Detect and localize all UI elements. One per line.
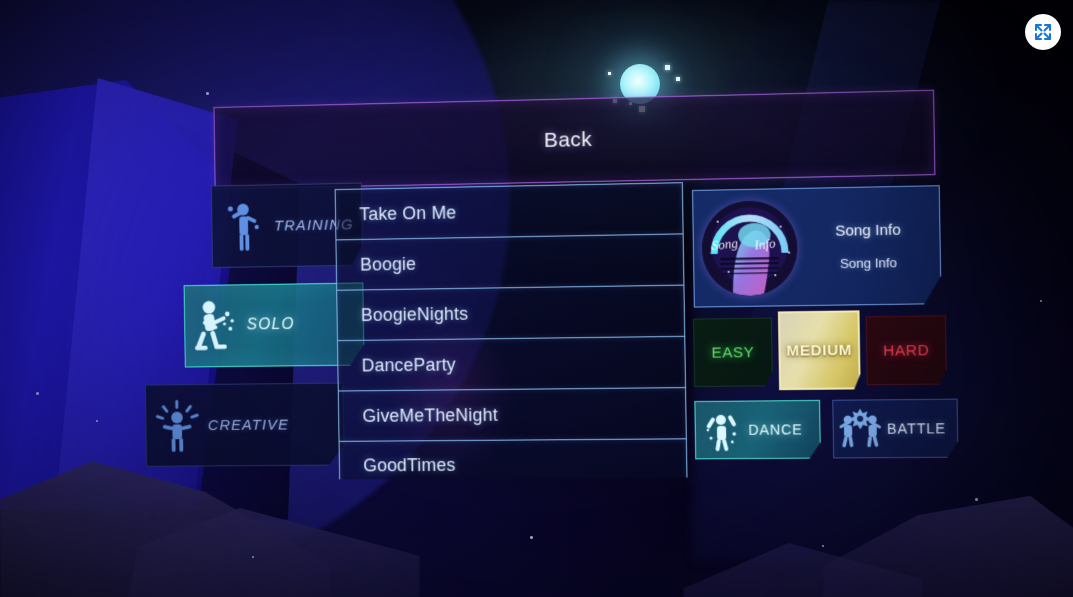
difficulty-medium-label: MEDIUM (786, 341, 852, 359)
mode-item-creative[interactable]: CREATIVE (145, 383, 345, 467)
song-list-item[interactable]: Take On Me (335, 182, 684, 239)
song-list[interactable]: Take On Me Boogie BoogieNights DancePart… (335, 182, 688, 479)
song-title: BoogieNights (361, 303, 469, 325)
play-mode-battle[interactable]: BATTLE (832, 399, 958, 459)
training-figure-icon (212, 200, 274, 252)
song-title: Boogie (360, 253, 416, 275)
song-title: Take On Me (359, 202, 456, 225)
album-art: Song Info (701, 200, 798, 296)
song-info-subtitle: Song Info (840, 255, 897, 271)
song-select-ui: Back TRAINING SOLO CREATIVE Take On Me B… (14, 0, 1073, 597)
difficulty-easy[interactable]: EASY (693, 318, 773, 387)
song-info-text: Song Info Song Info (797, 220, 940, 271)
dance-figure-icon (695, 408, 748, 453)
svg-text:Info: Info (753, 236, 777, 253)
play-mode-selector: DANCE BATTLE (694, 399, 958, 462)
song-info-title: Song Info (835, 221, 901, 239)
song-title: GoodTimes (363, 455, 456, 476)
song-list-item[interactable]: BoogieNights (336, 285, 685, 341)
song-list-item[interactable]: DanceParty (337, 336, 686, 391)
mode-label-solo: SOLO (247, 316, 295, 334)
difficulty-easy-label: EASY (711, 344, 754, 362)
mode-label-creative: CREATIVE (208, 416, 290, 433)
expand-arrows-icon[interactable] (1025, 14, 1061, 50)
song-info-card[interactable]: Song Info Song Info Song Info (692, 185, 942, 307)
difficulty-medium[interactable]: MEDIUM (778, 310, 861, 390)
difficulty-hard[interactable]: HARD (866, 315, 947, 385)
difficulty-hard-label: HARD (883, 341, 929, 359)
back-button[interactable]: Back (213, 90, 935, 190)
difficulty-selector: EASY MEDIUM HARD (693, 315, 949, 390)
creative-figure-icon (146, 398, 208, 453)
vr-scene: Back TRAINING SOLO CREATIVE Take On Me B… (0, 0, 1073, 597)
song-list-item[interactable]: GiveMeTheNight (338, 387, 687, 441)
back-button-label: Back (544, 128, 592, 153)
play-mode-dance[interactable]: DANCE (694, 400, 821, 459)
mode-selector: TRAINING SOLO CREATIVE (142, 183, 367, 484)
play-mode-dance-label: DANCE (748, 421, 803, 438)
song-title: DanceParty (362, 354, 456, 376)
song-list-item[interactable]: Boogie (335, 233, 684, 289)
play-mode-battle-label: BATTLE (887, 420, 946, 437)
song-list-item[interactable]: GoodTimes (339, 438, 688, 479)
solo-guitar-figure-icon (185, 298, 247, 354)
battle-figures-icon (833, 407, 887, 450)
song-title: GiveMeTheNight (362, 404, 498, 426)
svg-text:Song: Song (711, 236, 739, 253)
